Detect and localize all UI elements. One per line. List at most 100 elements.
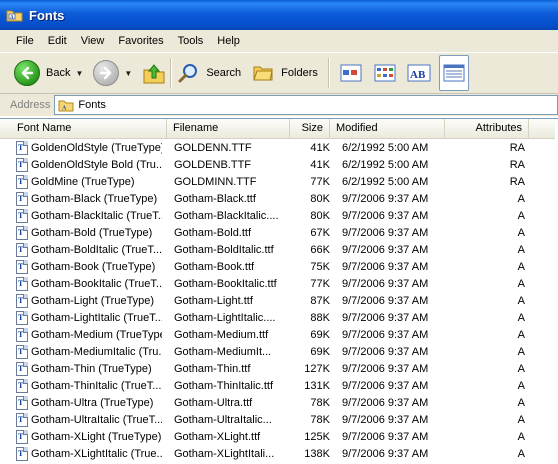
cell-attributes: A <box>517 294 525 307</box>
view-details-button[interactable] <box>438 55 469 91</box>
font-name: Gotham-Ultra (TrueType) <box>31 396 154 409</box>
column-header-size[interactable]: Size <box>290 119 330 138</box>
cell-attributes: A <box>517 209 525 222</box>
back-button[interactable]: Back ▼ <box>14 56 83 90</box>
cell-font-name: T Gotham-XLight (TrueType) <box>0 429 162 444</box>
table-row[interactable]: T Gotham-Medium (TrueType) Gotham-Medium.t… <box>0 326 558 343</box>
cell-filename: Gotham-LightItalic.... <box>174 311 276 324</box>
truetype-font-icon: T <box>16 395 28 410</box>
table-row[interactable]: T Gotham-XLight (TrueType) Gotham-XLight.t… <box>0 428 558 445</box>
menu-edit[interactable]: Edit <box>41 35 74 47</box>
cell-modified: 9/7/2006 9:37 AM <box>342 413 429 426</box>
view-icons-button[interactable] <box>371 61 399 85</box>
truetype-font-icon: T <box>16 259 28 274</box>
font-name: Gotham-XLightItalic (True... <box>31 447 162 460</box>
search-label: Search <box>206 67 242 79</box>
font-name: Gotham-UltraItalic (TrueT... <box>31 413 162 426</box>
address-value: Fonts <box>78 99 106 111</box>
cell-filename: Gotham-XLight.ttf <box>174 430 261 443</box>
column-header-attributes[interactable]: Attributes <box>445 119 529 138</box>
menu-file[interactable]: File <box>10 35 41 47</box>
cell-size: 125K <box>304 430 330 443</box>
table-row[interactable]: T Gotham-Thin (TrueType) Gotham-Thin.ttf 12… <box>0 360 558 377</box>
cell-size: 77K <box>310 277 330 290</box>
cell-modified: 9/7/2006 9:37 AM <box>342 226 429 239</box>
font-name: GoldenOldStyle Bold (Tru... <box>31 158 162 171</box>
title-bar[interactable]: A Fonts <box>0 0 558 30</box>
column-header-filename[interactable]: Filename <box>167 119 290 138</box>
cell-font-name: T GoldenOldStyle (TrueType) <box>0 140 162 155</box>
truetype-font-icon: T <box>16 293 28 308</box>
cell-size: 41K <box>310 141 330 154</box>
truetype-font-icon: T <box>16 191 28 206</box>
menu-bar: File Edit View Favorites Tools Help <box>0 30 558 53</box>
column-header-modified[interactable]: Modified <box>330 119 445 138</box>
cell-filename: Gotham-BlackItalic.... <box>174 209 279 222</box>
address-input[interactable]: A Fonts <box>54 95 558 115</box>
cell-modified: 9/7/2006 9:37 AM <box>342 396 429 409</box>
truetype-font-icon: T <box>16 276 28 291</box>
cell-size: 67K <box>310 226 330 239</box>
truetype-font-icon: T <box>16 446 28 461</box>
up-folder-button[interactable] <box>142 56 166 90</box>
menu-help[interactable]: Help <box>210 35 247 47</box>
table-row[interactable]: T Gotham-BoldItalic (TrueT... Gotham-BoldI… <box>0 241 558 258</box>
cell-modified: 9/7/2006 9:37 AM <box>342 311 429 324</box>
cell-attributes: A <box>517 243 525 256</box>
table-row[interactable]: T Gotham-Ultra (TrueType) Gotham-Ultra.ttf… <box>0 394 558 411</box>
table-row[interactable]: T Gotham-Bold (TrueType) Gotham-Bold.ttf 67… <box>0 224 558 241</box>
table-row[interactable]: T Gotham-BookItalic (TrueT... Gotham-BookI… <box>0 275 558 292</box>
font-name: Gotham-Black (TrueType) <box>31 192 158 205</box>
table-row[interactable]: T Gotham-BlackItalic (TrueT... Gotham-Blac… <box>0 207 558 224</box>
cell-attributes: A <box>517 430 525 443</box>
table-row[interactable]: T Gotham-Light (TrueType) Gotham-Light.ttf… <box>0 292 558 309</box>
truetype-font-icon: T <box>16 378 28 393</box>
address-label: Address <box>10 99 51 111</box>
up-folder-icon <box>143 64 165 84</box>
table-row[interactable]: T Gotham-MediumItalic (Tru... Gotham-Mediu… <box>0 343 558 360</box>
table-row[interactable]: T GoldenOldStyle (TrueType) GOLDENN.TTF 41K… <box>0 139 558 156</box>
forward-button[interactable]: ▼ <box>93 56 132 90</box>
cell-filename: Gotham-Book.ttf <box>174 260 255 273</box>
font-name: Gotham-LightItalic (TrueT... <box>31 311 162 324</box>
cell-size: 78K <box>310 396 330 409</box>
folders-button[interactable]: Folders <box>253 56 318 90</box>
cell-size: 78K <box>310 413 330 426</box>
table-row[interactable]: T Gotham-UltraItalic (TrueT... Gotham-Ultr… <box>0 411 558 428</box>
table-row[interactable]: T GoldenOldStyle Bold (Tru... GOLDENB.TTF 4… <box>0 156 558 173</box>
back-dropdown-icon[interactable]: ▼ <box>75 69 83 78</box>
cell-filename: Gotham-MediumIt... <box>174 345 272 358</box>
table-row[interactable]: T GoldMine (TrueType) GOLDMINN.TTF 77K 6/2/1… <box>0 173 558 190</box>
cell-font-name: T Gotham-ThinItalic (TrueT... <box>0 378 162 393</box>
table-row[interactable]: T Gotham-Black (TrueType) Gotham-Black.ttf… <box>0 190 558 207</box>
table-row[interactable]: T Gotham-ThinItalic (TrueT... Gotham-ThinI… <box>0 377 558 394</box>
tiles-view-icon <box>340 64 362 82</box>
view-tiles-button[interactable] <box>337 61 365 85</box>
cell-filename: Gotham-BookItalic.ttf <box>174 277 277 290</box>
column-header-font-name[interactable]: Font Name <box>0 119 167 138</box>
cell-size: 80K <box>310 192 330 205</box>
file-list[interactable]: Font Name Filename Size Modified Attribu… <box>0 118 558 464</box>
table-row[interactable]: T Gotham-Book (TrueType) Gotham-Book.ttf 75… <box>0 258 558 275</box>
cell-size: 88K <box>310 311 330 324</box>
font-name: Gotham-Book (TrueType) <box>31 260 156 273</box>
cell-attributes: A <box>517 413 525 426</box>
truetype-font-icon: T <box>16 242 28 257</box>
toolbar: Back ▼ ▼ Search Folders AB <box>0 53 558 94</box>
table-row[interactable]: T Gotham-XLightItalic (True... Gotham-XLig… <box>0 445 558 462</box>
cell-filename: Gotham-Medium.ttf <box>174 328 269 341</box>
cell-font-name: T Gotham-Bold (TrueType) <box>0 225 162 240</box>
menu-view[interactable]: View <box>74 35 112 47</box>
menu-favorites[interactable]: Favorites <box>111 35 170 47</box>
forward-arrow-icon <box>93 60 120 86</box>
cell-font-name: T Gotham-LightItalic (TrueT... <box>0 310 162 325</box>
cell-filename: Gotham-Thin.ttf <box>174 362 251 375</box>
menu-tools[interactable]: Tools <box>171 35 211 47</box>
table-row[interactable]: T Gotham-LightItalic (TrueT... Gotham-Ligh… <box>0 309 558 326</box>
search-button[interactable]: Search <box>178 56 241 90</box>
view-preview-button[interactable]: AB <box>405 61 433 85</box>
toolbar-separator <box>170 58 173 88</box>
cell-font-name: T Gotham-Book (TrueType) <box>0 259 162 274</box>
forward-dropdown-icon[interactable]: ▼ <box>124 69 132 78</box>
truetype-font-icon: T <box>16 361 28 376</box>
